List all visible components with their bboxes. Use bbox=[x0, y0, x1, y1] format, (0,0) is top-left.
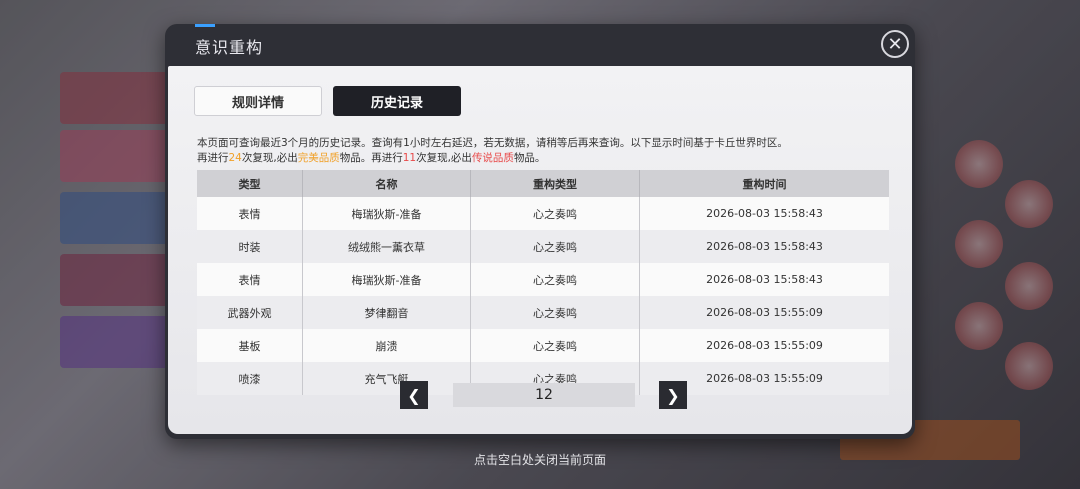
next-page-button[interactable]: ❯ bbox=[659, 381, 687, 409]
close-hint: 点击空白处关闭当前页面 bbox=[473, 453, 606, 467]
header-rebuild-time: 重构时间 bbox=[639, 170, 889, 197]
title-accent-bar bbox=[195, 24, 215, 27]
cell-rebuild-type: 心之奏鸣 bbox=[470, 329, 640, 362]
prev-page-button[interactable]: ❮ bbox=[400, 381, 428, 409]
cell-time: 2026-08-03 15:58:43 bbox=[639, 263, 889, 296]
info-line-2: 再进行24次复现,必出完美品质物品。再进行11次复现,必出传说品质物品。 bbox=[197, 151, 788, 166]
dialog-panel: 规则详情 历史记录 本页面可查询最近3个月的历史记录。查询有1小时左右延迟，若无… bbox=[168, 66, 912, 434]
cell-type: 基板 bbox=[197, 329, 303, 362]
chevron-left-icon: ❮ bbox=[407, 385, 421, 405]
cell-type: 武器外观 bbox=[197, 296, 303, 329]
info-text-part: 再进行 bbox=[197, 152, 229, 164]
dialog-title: 意识重构 bbox=[195, 38, 264, 57]
table-row: 基板 崩溃 心之奏鸣 2026-08-03 15:55:09 bbox=[197, 329, 889, 362]
cell-name: 梅瑞狄斯-准备 bbox=[302, 263, 471, 296]
cell-name: 梅瑞狄斯-准备 bbox=[302, 197, 471, 230]
cell-time: 2026-08-03 15:58:43 bbox=[639, 197, 889, 230]
legend-pity-count: 11 bbox=[402, 152, 417, 164]
info-text-part: 物品。 bbox=[513, 152, 546, 164]
cell-name: 充气飞艇 bbox=[302, 362, 471, 395]
header-name: 名称 bbox=[302, 170, 471, 197]
info-text-part: 次复现,必出 bbox=[416, 152, 472, 164]
info-text-part: 物品。再进行 bbox=[339, 152, 403, 164]
close-icon: ✕ bbox=[887, 33, 903, 55]
info-text: 本页面可查询最近3个月的历史记录。查询有1小时左右延迟，若无数据，请稍等后再来查… bbox=[197, 136, 788, 166]
cell-time: 2026-08-03 15:55:09 bbox=[639, 329, 889, 362]
chevron-right-icon: ❯ bbox=[666, 385, 680, 405]
tab-history[interactable]: 历史记录 bbox=[333, 86, 461, 116]
page-number-display: 12 bbox=[453, 383, 635, 407]
history-table: 类型 名称 重构类型 重构时间 表情 梅瑞狄斯-准备 心之奏鸣 2026-08-… bbox=[197, 170, 889, 395]
cell-time: 2026-08-03 15:58:43 bbox=[639, 230, 889, 263]
cell-rebuild-type: 心之奏鸣 bbox=[470, 296, 640, 329]
header-type: 类型 bbox=[197, 170, 303, 197]
close-button[interactable]: ✕ bbox=[881, 30, 909, 58]
cell-rebuild-type: 心之奏鸣 bbox=[470, 230, 640, 263]
cell-name: 梦律翻音 bbox=[302, 296, 471, 329]
tab-rules[interactable]: 规则详情 bbox=[194, 86, 322, 116]
cell-type: 时装 bbox=[197, 230, 303, 263]
table-row: 武器外观 梦律翻音 心之奏鸣 2026-08-03 15:55:09 bbox=[197, 296, 889, 329]
table-row: 时装 绒绒熊一薰衣草 心之奏鸣 2026-08-03 15:58:43 bbox=[197, 230, 889, 263]
info-text-part: 次复现,必出 bbox=[241, 152, 298, 164]
table-row: 表情 梅瑞狄斯-准备 心之奏鸣 2026-08-03 15:58:43 bbox=[197, 263, 889, 296]
info-line-1: 本页面可查询最近3个月的历史记录。查询有1小时左右延迟，若无数据，请稍等后再来查… bbox=[197, 137, 788, 149]
cell-type: 表情 bbox=[197, 197, 303, 230]
perfect-pity-count: 24 bbox=[228, 152, 242, 164]
cell-rebuild-type: 心之奏鸣 bbox=[470, 263, 640, 296]
cell-rebuild-type: 心之奏鸣 bbox=[470, 197, 640, 230]
cell-name: 崩溃 bbox=[302, 329, 471, 362]
table-row: 表情 梅瑞狄斯-准备 心之奏鸣 2026-08-03 15:58:43 bbox=[197, 197, 889, 230]
cell-time: 2026-08-03 15:55:09 bbox=[639, 296, 889, 329]
cell-name: 绒绒熊一薰衣草 bbox=[302, 230, 471, 263]
legend-quality-label: 传说品质 bbox=[471, 152, 514, 164]
cell-type: 喷漆 bbox=[197, 362, 303, 395]
cell-type: 表情 bbox=[197, 263, 303, 296]
perfect-quality-label: 完美品质 bbox=[297, 152, 340, 164]
header-rebuild-type: 重构类型 bbox=[470, 170, 640, 197]
table-header-row: 类型 名称 重构类型 重构时间 bbox=[197, 170, 889, 197]
history-dialog: 意识重构 ✕ 规则详情 历史记录 本页面可查询最近3个月的历史记录。查询有1小时… bbox=[165, 24, 915, 439]
